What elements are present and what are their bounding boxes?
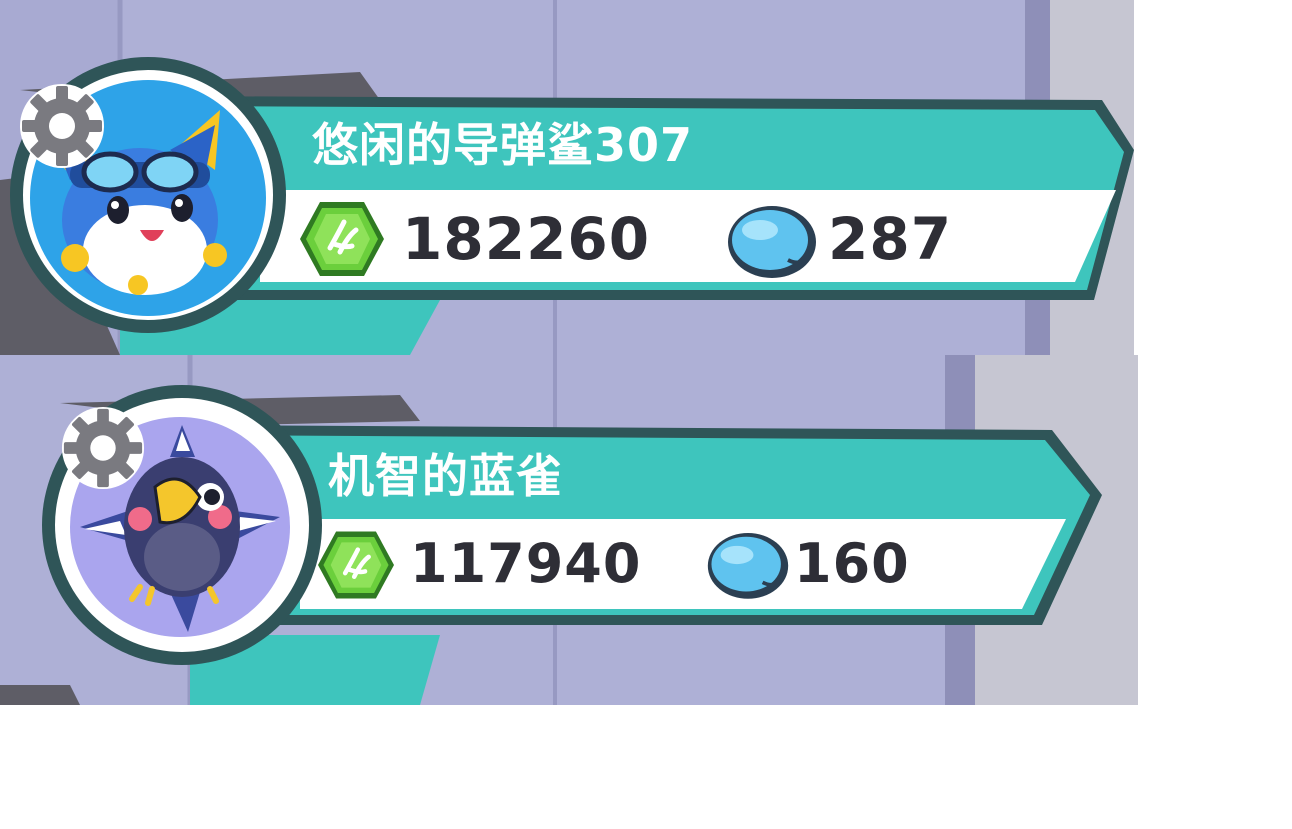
green-gem-icon (300, 200, 384, 278)
green-gem-icon (318, 529, 394, 601)
gems-value: 182260 (402, 205, 651, 273)
gems-value: 117940 (410, 532, 642, 595)
gear-icon[interactable] (18, 82, 106, 170)
blue-bean-icon (726, 202, 818, 280)
blue-bean-icon (706, 529, 790, 601)
gear-icon[interactable] (60, 405, 146, 491)
player-name: 悠闲的导弹鲨307 (312, 118, 694, 172)
player-card-1: 悠闲的导弹鲨307 182260 287 (0, 0, 1134, 355)
player-card-2: 机智的蓝雀 117940 160 (0, 355, 1138, 705)
player-name: 机智的蓝雀 (328, 449, 563, 503)
beans-value: 287 (828, 205, 953, 273)
beans-value: 160 (794, 532, 910, 595)
